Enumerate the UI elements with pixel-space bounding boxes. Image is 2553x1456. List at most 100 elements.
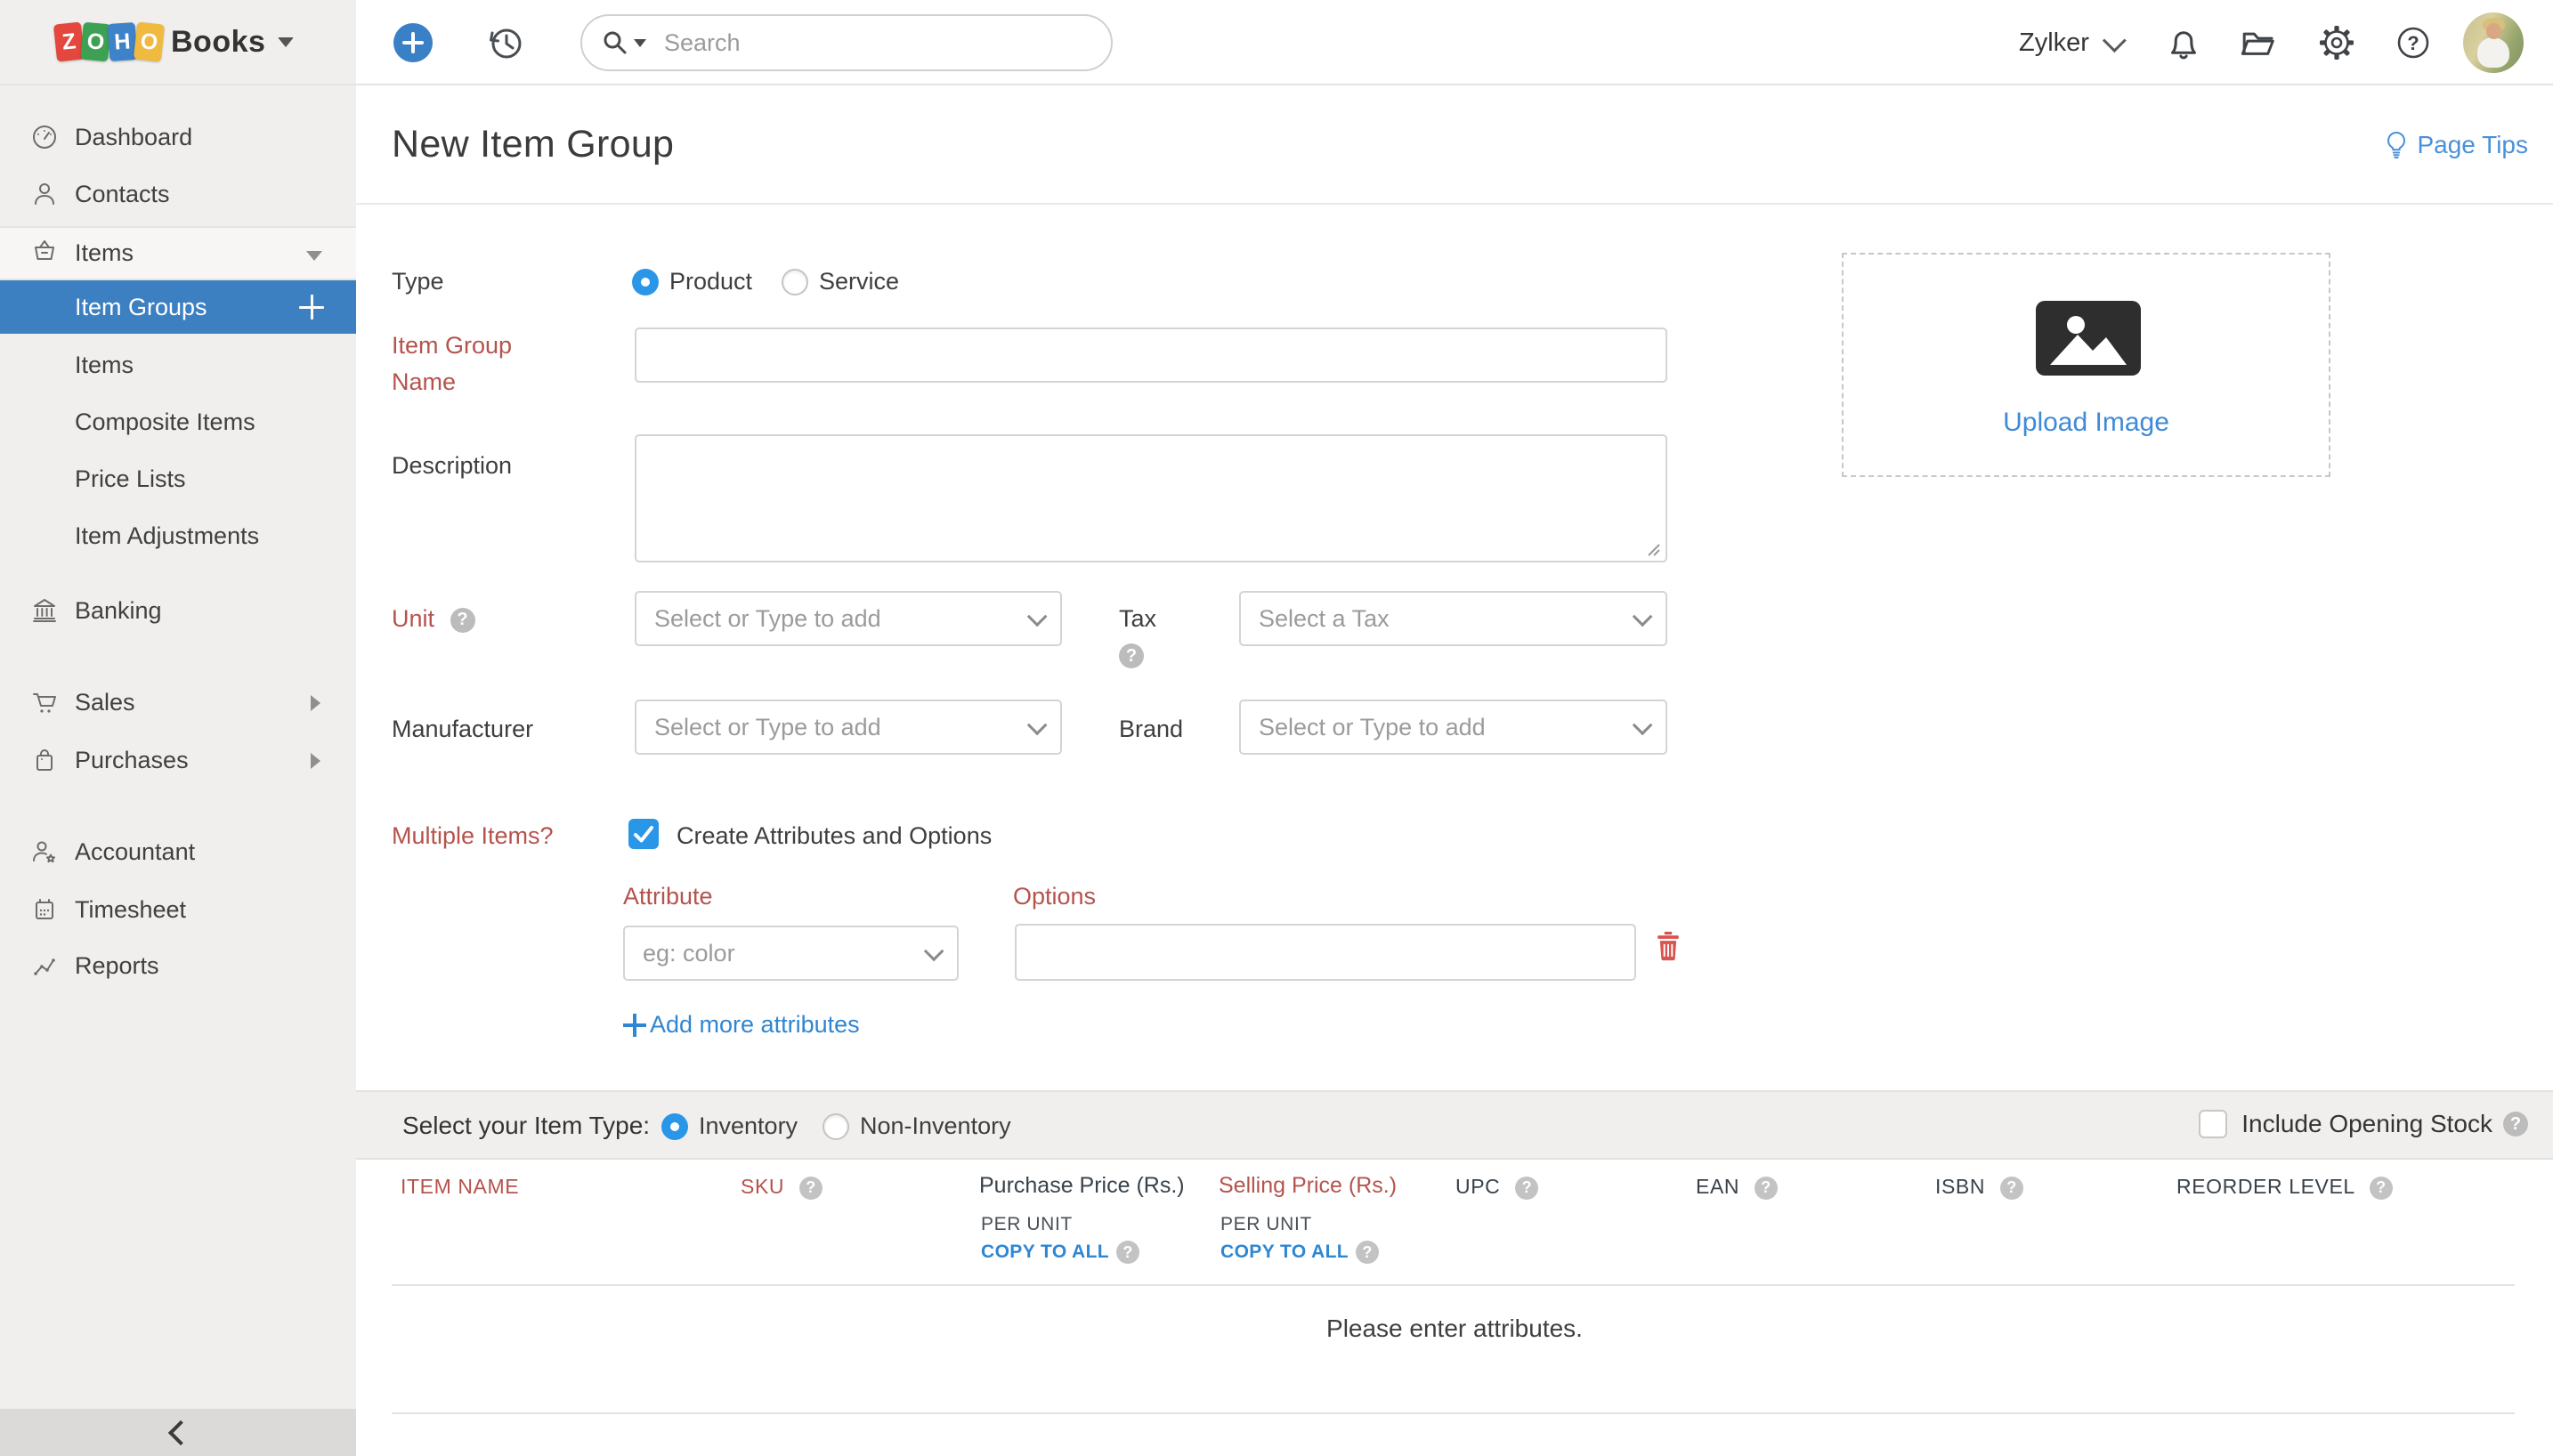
sidebar-collapse-bar[interactable] — [0, 1409, 356, 1456]
unit-help-icon[interactable]: ? — [450, 608, 475, 633]
options-input[interactable] — [1015, 924, 1636, 981]
isbn-help-icon[interactable]: ? — [2000, 1177, 2023, 1200]
logo-letter: Z — [61, 28, 77, 55]
sidebar-item-purchases[interactable]: Purchases — [0, 737, 356, 783]
brand-placeholder: Select or Type to add — [1259, 714, 1486, 741]
opening-stock-help-icon[interactable]: ? — [2503, 1112, 2528, 1136]
sales-cart-icon — [30, 688, 59, 716]
chevron-down-icon — [1633, 716, 1653, 736]
reorder-help-icon[interactable]: ? — [2370, 1177, 2393, 1200]
logo-letter: O — [139, 28, 158, 56]
include-opening-stock: Include Opening Stock ? — [2199, 1110, 2528, 1138]
opening-stock-label[interactable]: Include Opening Stock — [2241, 1110, 2492, 1138]
type-product-radio[interactable] — [632, 269, 659, 295]
sidebar-item-price-lists[interactable]: Price Lists — [0, 456, 356, 502]
description-textarea[interactable] — [635, 434, 1667, 562]
tax-help-icon[interactable]: ? — [1119, 643, 1144, 668]
type-product-label[interactable]: Product — [669, 268, 752, 295]
documents-folder-icon[interactable] — [2239, 25, 2274, 61]
sidebar-item-label: Items — [75, 352, 134, 379]
items-basket-icon — [30, 237, 59, 265]
quick-create-button[interactable] — [393, 23, 433, 62]
settings-gear-icon[interactable] — [2319, 25, 2354, 61]
non-inventory-label[interactable]: Non-Inventory — [860, 1112, 1011, 1140]
add-item-group-icon[interactable] — [299, 295, 324, 320]
copy-help-icon[interactable]: ? — [1356, 1241, 1379, 1264]
tax-placeholder: Select a Tax — [1259, 605, 1390, 633]
options-column-label: Options — [1013, 883, 1096, 910]
manufacturer-label: Manufacturer — [392, 716, 533, 743]
sidebar-item-banking[interactable]: Banking — [0, 587, 356, 634]
sidebar-item-item-adjustments[interactable]: Item Adjustments — [0, 513, 356, 559]
add-more-attributes-link[interactable]: Add more attributes — [623, 1011, 860, 1039]
empty-attributes-message: Please enter attributes. — [356, 1314, 2553, 1343]
ean-help-icon[interactable]: ? — [1755, 1177, 1778, 1200]
sidebar-item-items-sub[interactable]: Items — [0, 342, 356, 388]
sidebar-item-label: Sales — [75, 689, 135, 716]
upc-help-icon[interactable]: ? — [1515, 1177, 1538, 1200]
sidebar-item-accountant[interactable]: Accountant — [0, 829, 356, 875]
org-selector[interactable]: Zylker — [2019, 0, 2120, 85]
sidebar-item-composite-items[interactable]: Composite Items — [0, 399, 356, 445]
purchases-bag-icon — [30, 746, 59, 774]
search-input[interactable] — [662, 28, 1058, 58]
brand-select[interactable]: Select or Type to add — [1239, 700, 1667, 755]
copy-help-icon[interactable]: ? — [1116, 1241, 1139, 1264]
manufacturer-select[interactable]: Select or Type to add — [635, 700, 1062, 755]
tax-select[interactable]: Select a Tax — [1239, 591, 1667, 646]
topbar: Z O H O Books Zylker — [0, 0, 2553, 85]
page-tips-label: Page Tips — [2417, 131, 2528, 159]
item-type-bar: Select your Item Type: Inventory Non-Inv… — [356, 1090, 2553, 1160]
create-attributes-label[interactable]: Create Attributes and Options — [677, 822, 992, 850]
sidebar-item-sales[interactable]: Sales — [0, 679, 356, 725]
inventory-radio[interactable] — [661, 1113, 688, 1140]
help-icon[interactable]: ? — [2395, 25, 2431, 61]
org-chevron-down-icon[interactable] — [278, 37, 294, 47]
col-selling-price: Selling Price (Rs.) — [1219, 1173, 1397, 1199]
notifications-bell-icon[interactable] — [2166, 25, 2201, 61]
svg-text:?: ? — [2407, 32, 2419, 54]
brand-label: Brand — [1119, 716, 1183, 743]
reports-chart-icon — [30, 951, 59, 980]
opening-stock-checkbox[interactable] — [2199, 1110, 2227, 1138]
sidebar-item-timesheet[interactable]: Timesheet — [0, 886, 356, 933]
global-search[interactable] — [580, 14, 1113, 71]
col-upc-text: UPC — [1455, 1175, 1500, 1198]
delete-attribute-button[interactable] — [1656, 931, 1681, 961]
tax-label: Tax — [1119, 605, 1156, 633]
inventory-label[interactable]: Inventory — [699, 1112, 798, 1140]
purchase-copy-to-all-link[interactable]: COPY TO ALL? — [981, 1241, 1139, 1264]
user-avatar[interactable] — [2463, 12, 2524, 73]
sidebar-item-dashboard[interactable]: Dashboard — [0, 114, 356, 160]
description-label: Description — [392, 452, 512, 480]
item-type-label: Select your Item Type: — [402, 1112, 650, 1140]
sidebar-item-item-groups-active[interactable]: Item Groups — [0, 280, 356, 334]
col-sku-text: SKU — [741, 1175, 784, 1198]
type-service-label[interactable]: Service — [819, 268, 899, 295]
non-inventory-radio[interactable] — [823, 1113, 849, 1140]
create-attributes-checkbox[interactable] — [628, 819, 659, 849]
lightbulb-icon — [2383, 130, 2410, 160]
sku-help-icon[interactable]: ? — [799, 1177, 823, 1200]
upload-image-label[interactable]: Upload Image — [1844, 408, 2329, 438]
attribute-select[interactable]: eg: color — [623, 926, 959, 981]
unit-label-text: Unit — [392, 605, 434, 632]
sidebar-item-contacts[interactable]: Contacts — [0, 171, 356, 217]
sidebar-item-label: Item Adjustments — [75, 522, 259, 550]
logo-letter: H — [113, 28, 131, 55]
recent-history-icon[interactable] — [485, 22, 526, 63]
page-tips-link[interactable]: Page Tips — [2383, 130, 2528, 160]
type-service-radio[interactable] — [782, 269, 808, 295]
unit-select[interactable]: Select or Type to add — [635, 591, 1062, 646]
item-group-name-input[interactable] — [635, 328, 1667, 383]
sidebar-item-items[interactable]: Items — [0, 226, 356, 280]
sidebar-item-reports[interactable]: Reports — [0, 942, 356, 989]
search-scope-caret-icon[interactable] — [634, 39, 646, 47]
logo-letter: O — [86, 28, 106, 56]
selling-copy-to-all-link[interactable]: COPY TO ALL? — [1220, 1241, 1379, 1264]
multiple-items-label: Multiple Items? — [392, 822, 554, 850]
plus-icon — [623, 1014, 646, 1037]
upload-image-dropzone[interactable]: Upload Image — [1842, 253, 2330, 477]
logo-area[interactable]: Z O H O Books — [0, 0, 356, 84]
chevron-down-icon — [1027, 607, 1048, 627]
